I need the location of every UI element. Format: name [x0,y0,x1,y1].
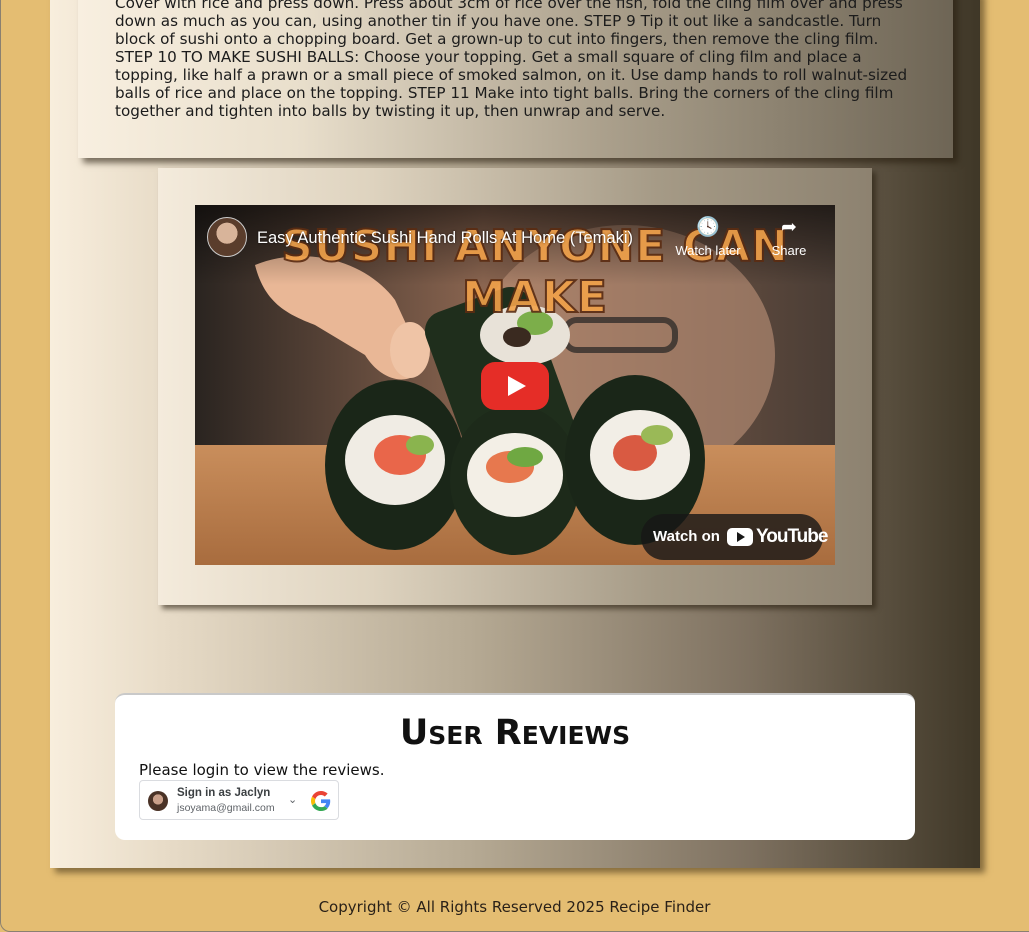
youtube-embed[interactable]: SUSHI ANYONE CAN MAKE Easy Authentic Sus… [195,205,835,565]
youtube-wordmark: YouTube [756,526,828,547]
google-logo-icon [311,791,331,811]
sign-in-email: jsoyama@gmail.com [177,802,275,814]
reviews-card: User Reviews Please login to view the re… [115,693,915,840]
youtube-logo-icon: YouTube [727,526,828,548]
sign-in-label: Sign in as Jaclyn [177,787,271,799]
share-arrow-icon: ➦ [781,217,797,238]
chevron-down-icon: ⌄ [288,794,298,806]
play-button[interactable] [481,362,549,410]
clock-icon: 🕓 [696,217,720,238]
login-message: Please login to view the reviews. [139,761,385,779]
share-button[interactable]: ➦ Share [754,217,824,258]
video-title[interactable]: Easy Authentic Sushi Hand Rolls At Home … [257,229,667,248]
footer-copyright: Copyright © All Rights Reserved 2025 Rec… [318,898,711,916]
share-label: Share [771,243,807,258]
channel-avatar[interactable] [207,217,247,257]
reviews-heading: User Reviews [399,713,631,753]
google-sign-in-button[interactable]: Sign in as Jaclyn jsoyama@gmail.com ⌄ [139,780,339,820]
recipe-instructions-text: Cover with rice and press down. Press ab… [115,0,908,120]
watch-on-youtube-button[interactable]: Watch on YouTube [641,514,828,560]
watch-later-label: Watch later [675,243,741,258]
watch-later-button[interactable]: 🕓 Watch later [673,217,743,258]
user-avatar [148,791,168,811]
watch-on-label: Watch on [653,528,720,545]
youtube-play-box [727,528,753,546]
